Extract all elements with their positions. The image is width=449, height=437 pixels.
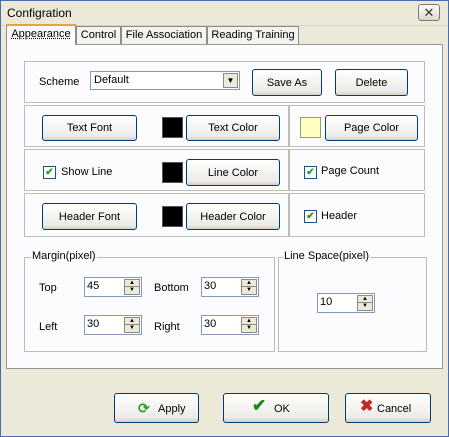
appearance-panel: Scheme Default ▼ Save As Delete Text Fon… <box>6 44 443 369</box>
spin-down-icon[interactable]: ▼ <box>124 286 140 295</box>
header-color-button[interactable]: Header Color <box>186 203 280 230</box>
scheme-label: Scheme <box>39 76 80 88</box>
apply-label: Apply <box>158 403 186 415</box>
spin-down-icon[interactable]: ▼ <box>357 302 373 311</box>
page-count-label: Page Count <box>321 165 380 177</box>
check-icon: ✔ <box>306 167 315 178</box>
check-icon: ✔ <box>306 211 315 222</box>
header-color-swatch <box>162 206 183 227</box>
show-line-checkbox[interactable]: ✔ <box>43 166 56 179</box>
page-color-label: Page Color <box>343 122 400 134</box>
scheme-value: Default <box>94 74 129 86</box>
header-style-group: Header Font Header Color <box>24 193 289 237</box>
text-color-swatch <box>162 117 183 138</box>
tab-reading-training-label: Reading Training <box>211 29 295 41</box>
line-color-swatch <box>162 162 183 183</box>
spin-down-icon[interactable]: ▼ <box>241 286 257 295</box>
margin-title: Margin(pixel) <box>31 250 97 262</box>
line-space-group: Line Space(pixel) 10 ▲ ▼ <box>278 250 427 352</box>
apply-button[interactable]: ⟳ Apply <box>114 393 199 423</box>
save-as-button[interactable]: Save As <box>252 69 322 96</box>
text-style-group: Text Font Text Color <box>24 105 289 147</box>
header-label: Header <box>321 210 358 222</box>
ok-button[interactable]: ✔ OK <box>223 393 329 423</box>
tab-control-label: Control <box>80 29 117 41</box>
line-group: ✔ Show Line Line Color <box>24 149 289 191</box>
top-margin-stepper[interactable]: 45 ▲ ▼ <box>84 277 142 297</box>
spin-down-icon[interactable]: ▼ <box>124 324 140 333</box>
check-icon: ✔ <box>45 167 54 178</box>
tab-file-association-label: File Association <box>125 29 203 41</box>
tab-file-association[interactable]: File Association <box>121 26 207 44</box>
right-label: Right <box>154 321 180 333</box>
tab-control[interactable]: Control <box>76 26 121 44</box>
text-color-button[interactable]: Text Color <box>186 115 280 141</box>
close-button[interactable]: ✕ <box>418 4 440 21</box>
title-bar[interactable]: Configration ✕ <box>1 1 448 26</box>
tab-reading-training[interactable]: Reading Training <box>207 26 299 44</box>
header-checkbox[interactable]: ✔ <box>304 210 317 223</box>
bottom-margin-value: 30 <box>204 280 217 292</box>
close-icon: ✕ <box>423 5 435 20</box>
ok-label: OK <box>274 403 290 415</box>
x-icon: ✖ <box>360 398 374 415</box>
line-color-label: Line Color <box>207 166 259 179</box>
top-label: Top <box>39 282 57 294</box>
scheme-select[interactable]: Default ▼ <box>90 71 240 90</box>
header-font-label: Header Font <box>58 210 121 223</box>
text-font-label: Text Font <box>66 122 113 134</box>
header-font-button[interactable]: Header Font <box>42 203 137 230</box>
page-color-group: Page Color <box>289 105 425 147</box>
left-margin-value: 30 <box>87 318 100 330</box>
header-color-label: Header Color <box>200 210 266 223</box>
configuration-window: Configration ✕ Appearance Control File A… <box>0 0 449 437</box>
bottom-label: Bottom <box>154 282 189 294</box>
header-group: ✔ Header <box>289 193 425 237</box>
margin-group: Margin(pixel) Top 45 ▲ ▼ Bottom 30 ▲ ▼ L… <box>24 250 275 352</box>
right-margin-value: 30 <box>204 318 217 330</box>
spin-down-icon[interactable]: ▼ <box>241 324 257 333</box>
window-title: Configration <box>7 6 72 20</box>
page-count-group: ✔ Page Count <box>289 149 425 191</box>
bottom-margin-stepper[interactable]: 30 ▲ ▼ <box>201 277 259 297</box>
top-margin-value: 45 <box>87 280 100 292</box>
tab-appearance-label: Appearance <box>11 28 71 40</box>
cancel-label: Cancel <box>377 403 412 415</box>
text-color-label: Text Color <box>208 122 258 134</box>
page-count-checkbox[interactable]: ✔ <box>304 166 317 179</box>
line-space-stepper[interactable]: 10 ▲ ▼ <box>317 293 375 313</box>
delete-button[interactable]: Delete <box>335 69 408 96</box>
show-line-label: Show Line <box>61 166 113 178</box>
page-color-button[interactable]: Page Color <box>325 115 418 141</box>
line-space-value: 10 <box>320 296 333 308</box>
scheme-group: Scheme Default ▼ Save As Delete <box>24 61 425 103</box>
refresh-icon: ⟳ <box>138 400 150 416</box>
line-color-button[interactable]: Line Color <box>186 159 280 186</box>
tab-appearance[interactable]: Appearance <box>6 24 76 45</box>
left-label: Left <box>39 321 58 333</box>
save-as-label: Save As <box>266 76 308 89</box>
checkmark-icon: ✔ <box>252 396 267 415</box>
right-margin-stepper[interactable]: 30 ▲ ▼ <box>201 315 259 335</box>
chevron-down-icon[interactable]: ▼ <box>223 73 238 88</box>
cancel-button[interactable]: ✖ Cancel <box>345 393 431 423</box>
delete-label: Delete <box>355 76 388 89</box>
page-color-swatch <box>300 117 321 138</box>
line-space-title: Line Space(pixel) <box>283 250 370 262</box>
text-font-button[interactable]: Text Font <box>42 115 137 141</box>
left-margin-stepper[interactable]: 30 ▲ ▼ <box>84 315 142 335</box>
